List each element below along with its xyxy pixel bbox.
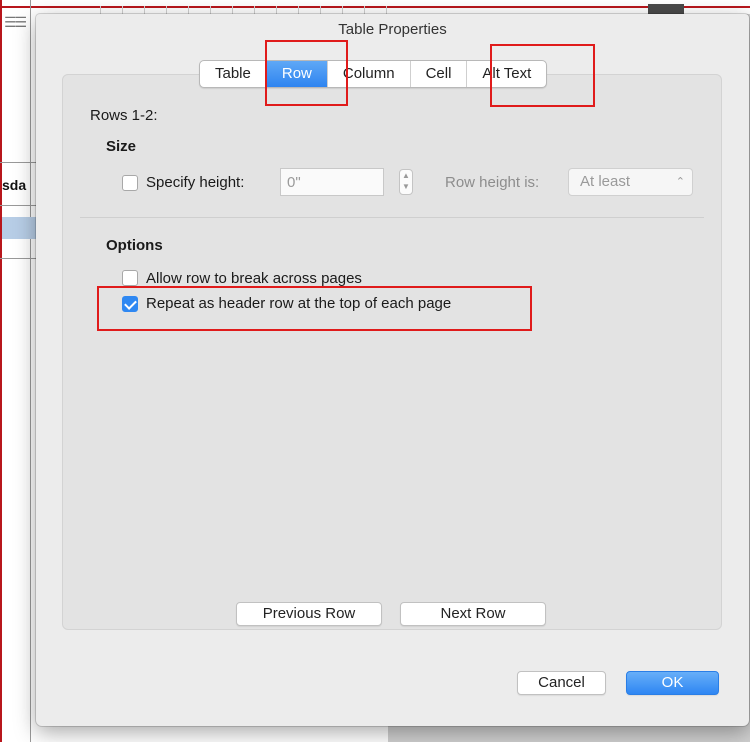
repeat-header-label[interactable]: Repeat as header row at the top of each …: [146, 295, 451, 312]
allow-break-checkbox[interactable]: [122, 270, 138, 286]
row-height-stepper[interactable]: ▲ ▼: [399, 169, 413, 195]
next-row-button[interactable]: Next Row: [400, 602, 546, 626]
tab-cell[interactable]: Cell: [411, 61, 468, 87]
section-divider: [80, 217, 704, 218]
document-table-icon: ☰☰: [4, 14, 27, 30]
document-table-row-line: [0, 258, 38, 259]
tab-alt-text[interactable]: Alt Text: [467, 61, 546, 87]
tab-row[interactable]: Row: [266, 61, 328, 87]
document-table-column-line: [30, 0, 31, 742]
document-table-row-line: [0, 205, 38, 206]
tab-table[interactable]: Table: [200, 61, 267, 87]
ok-button[interactable]: OK: [626, 671, 719, 695]
document-border-left: [0, 0, 2, 742]
tab-bar: Table Row Column Cell Alt Text: [199, 60, 548, 88]
repeat-header-checkbox[interactable]: [122, 296, 138, 312]
select-chevron-icon: ⌃: [675, 176, 685, 188]
previous-row-button[interactable]: Previous Row: [236, 602, 382, 626]
specify-height-checkbox[interactable]: [122, 175, 138, 191]
rows-range-label: Rows 1-2:: [90, 107, 158, 124]
tab-content-panel: [62, 74, 722, 630]
tab-column[interactable]: Column: [328, 61, 411, 87]
row-height-input[interactable]: [280, 168, 384, 196]
row-height-is-label: Row height is:: [445, 174, 540, 191]
size-heading: Size: [106, 138, 137, 155]
allow-break-label[interactable]: Allow row to break across pages: [146, 270, 362, 287]
options-heading: Options: [106, 237, 163, 254]
row-height-rule-value: At least: [580, 173, 631, 190]
specify-height-label[interactable]: Specify height:: [146, 174, 244, 191]
cancel-button[interactable]: Cancel: [517, 671, 606, 695]
table-properties-dialog: Table Properties Table Row Column Cell A…: [36, 14, 749, 726]
dialog-title: Table Properties: [338, 21, 447, 38]
document-table-row-line: [0, 162, 38, 163]
row-height-rule-select[interactable]: At least ⌃: [568, 168, 693, 196]
document-table-cell[interactable]: sda: [2, 177, 26, 193]
document-selected-cell[interactable]: [2, 217, 36, 239]
